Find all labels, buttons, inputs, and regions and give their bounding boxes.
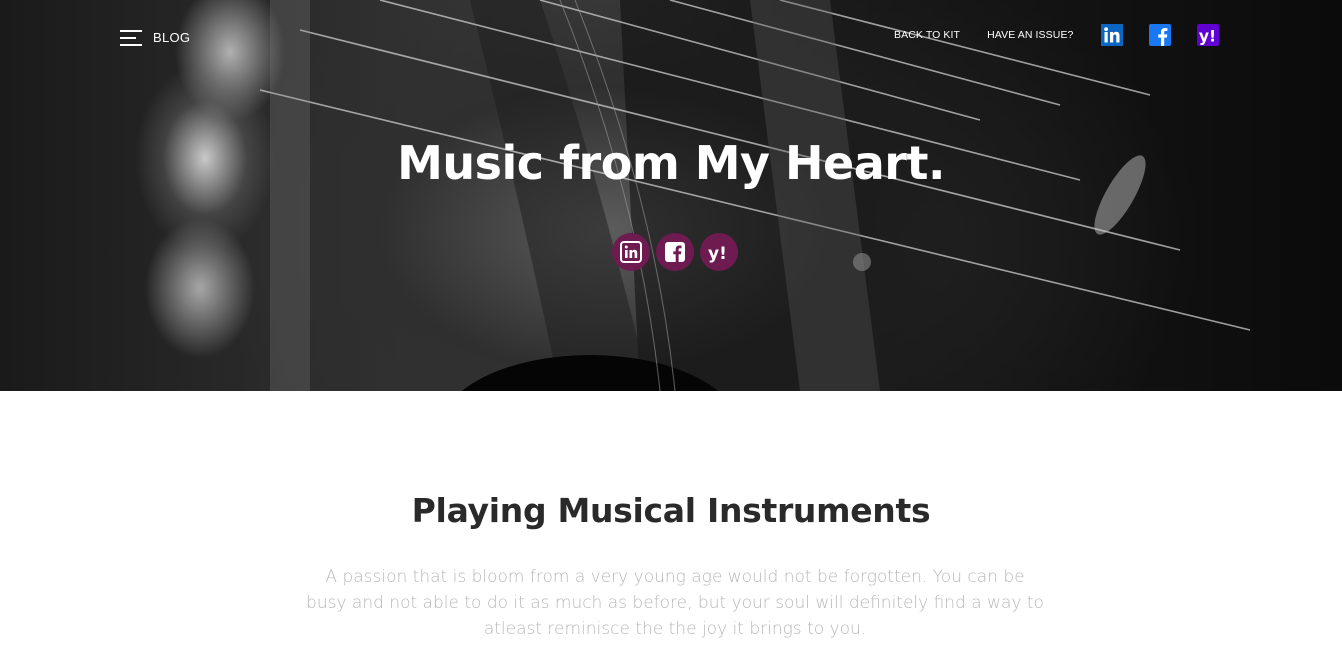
section-body: A passion that is bloom from a very youn… [306, 567, 1044, 639]
linkedin-icon[interactable] [612, 233, 650, 271]
facebook-icon[interactable] [656, 233, 694, 271]
svg-text:y!: y! [1199, 27, 1216, 45]
svg-text:y!: y! [708, 244, 727, 263]
blog-link[interactable]: BLOG [153, 30, 190, 45]
hero-title: Music from My Heart. [397, 136, 945, 190]
have-an-issue-link[interactable]: HAVE AN ISSUE? [987, 29, 1073, 41]
yahoo-icon[interactable]: y! [1197, 24, 1220, 46]
back-to-kit-link[interactable]: BACK TO KIT [894, 29, 960, 41]
hero-banner: BLOG BACK TO KIT HAVE AN ISSUE? y! Music… [0, 0, 1342, 391]
hamburger-icon[interactable] [120, 28, 142, 46]
yahoo-icon[interactable]: y! [700, 233, 738, 271]
top-nav: BACK TO KIT HAVE AN ISSUE? y! [894, 24, 1220, 46]
blog-menu[interactable]: BLOG [120, 28, 190, 46]
guitar-background-image [259, 0, 1342, 391]
section-title: Playing Musical Instruments [411, 491, 931, 530]
facebook-icon[interactable] [1149, 24, 1172, 46]
hero-social-icons: y! [612, 233, 738, 271]
linkedin-icon[interactable] [1101, 24, 1124, 46]
